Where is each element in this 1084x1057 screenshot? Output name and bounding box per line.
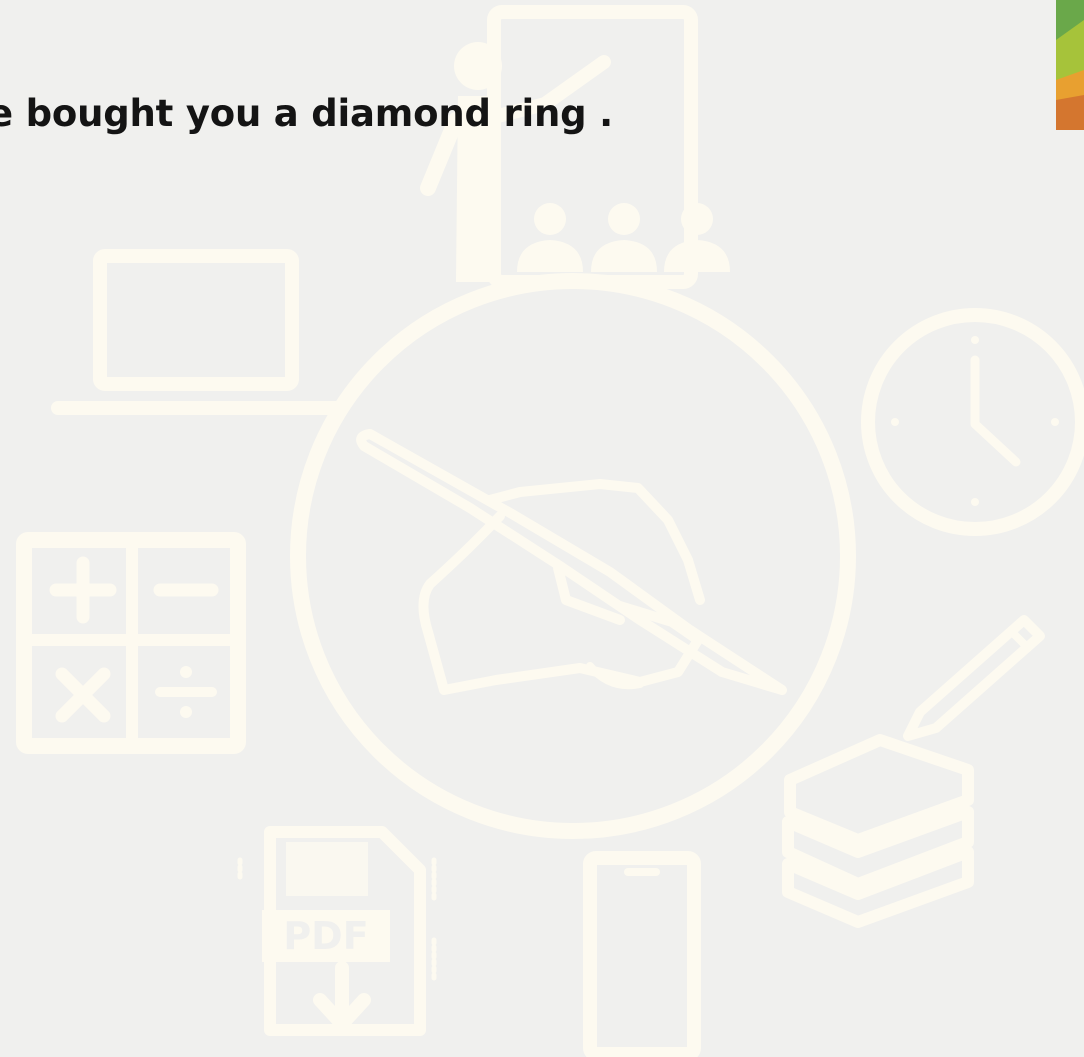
laptop-icon	[51, 249, 347, 415]
books-icon	[782, 734, 974, 928]
smartphone-icon	[583, 851, 701, 1057]
slide-sentence: e bought you a diamond ring .	[0, 92, 613, 135]
clock-icon	[861, 308, 1084, 536]
writing-hand-icon	[290, 273, 856, 839]
pencil-icon	[903, 615, 1045, 741]
audience-icon	[517, 203, 730, 272]
calculator-icon	[16, 532, 246, 754]
pdf-download-icon: PDF	[237, 826, 437, 1036]
background-illustration: PDF	[16, 5, 1084, 1057]
corner-color-swatch	[1056, 0, 1084, 130]
svg-text:PDF: PDF	[283, 914, 368, 958]
